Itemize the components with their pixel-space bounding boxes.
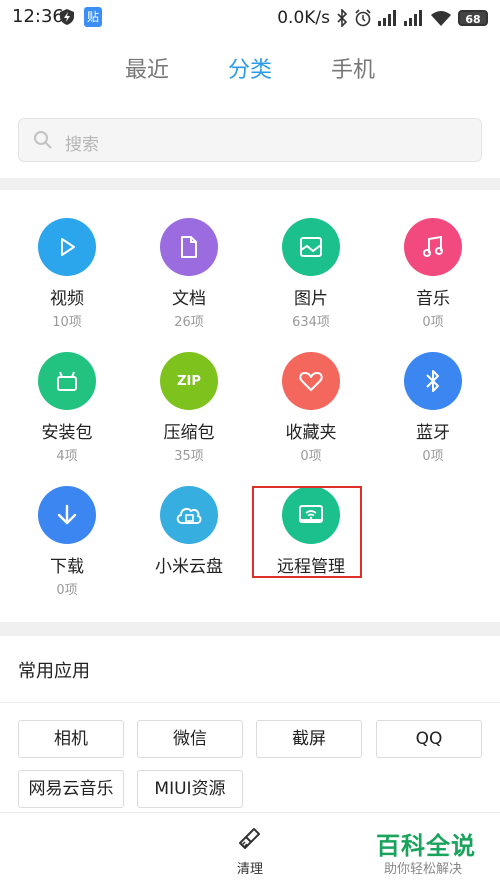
category-name: 小米云盘 <box>155 557 223 577</box>
image-icon <box>282 218 340 276</box>
category-name: 安装包 <box>41 423 93 443</box>
category-music[interactable]: 音乐 0项 <box>373 218 493 330</box>
clean-label: 清理 <box>236 862 263 877</box>
download-icon <box>38 486 96 544</box>
music-icon <box>404 218 462 276</box>
category-count: 4项 <box>56 449 78 464</box>
category-name: 文档 <box>172 289 206 309</box>
tab-bar: 最近 分类 手机 <box>0 52 500 92</box>
category-name: 压缩包 <box>163 423 215 443</box>
common-app-chip[interactable]: 截屏 <box>256 720 362 758</box>
play-icon <box>38 218 96 276</box>
category-count: 35项 <box>174 449 204 464</box>
category-apk[interactable]: 安装包 4项 <box>7 352 127 464</box>
document-icon <box>160 218 218 276</box>
category-count: 0项 <box>300 449 322 464</box>
bluetooth-status-icon <box>337 9 348 27</box>
category-video[interactable]: 视频 10项 <box>7 218 127 330</box>
category-name: 下载 <box>50 557 84 577</box>
bottom-divider-line <box>0 812 500 813</box>
category-name: 收藏夹 <box>285 423 337 443</box>
heart-icon <box>282 352 340 410</box>
watermark-logo: 百科全说 <box>376 832 476 860</box>
battery-indicator: 68 <box>458 10 488 26</box>
shield-icon <box>60 9 74 25</box>
search-icon <box>34 131 52 149</box>
common-app-chip[interactable]: 微信 <box>137 720 243 758</box>
category-count: 26项 <box>174 315 204 330</box>
status-bar: 12:36 贴 0.0K/s 68 <box>0 0 500 36</box>
section-title-common-apps: 常用应用 <box>18 661 90 682</box>
category-bluetooth[interactable]: 蓝牙 0项 <box>373 352 493 464</box>
category-document[interactable]: 文档 26项 <box>129 218 249 330</box>
highlight-box <box>252 486 362 578</box>
category-download[interactable]: 下载 0项 <box>7 486 127 598</box>
search-bar[interactable]: 搜索 <box>18 118 482 162</box>
common-app-chip[interactable]: 网易云音乐 <box>18 770 124 808</box>
notification-app-icon: 贴 <box>84 7 102 27</box>
category-count: 10项 <box>52 315 82 330</box>
category-name: 图片 <box>294 289 328 309</box>
category-count: 0项 <box>422 315 444 330</box>
broom-icon <box>239 828 260 849</box>
signal-icon <box>378 10 396 26</box>
tab-recent[interactable]: 最近 <box>125 52 169 84</box>
alarm-icon <box>355 9 371 27</box>
wifi-icon <box>431 11 451 26</box>
clean-button[interactable]: 清理 <box>228 826 272 877</box>
category-count: 634项 <box>292 315 330 330</box>
common-app-chip[interactable]: QQ <box>376 720 482 758</box>
category-zip[interactable]: ZIP 压缩包 35项 <box>129 352 249 464</box>
category-favorites[interactable]: 收藏夹 0项 <box>251 352 371 464</box>
common-app-chip[interactable]: MIUI资源 <box>137 770 243 808</box>
signal-icon-2 <box>404 10 422 26</box>
net-speed: 0.0K/s <box>277 8 330 28</box>
watermark-subtitle: 助你轻松解决 <box>384 862 463 877</box>
bluetooth-icon <box>404 352 462 410</box>
tab-category[interactable]: 分类 <box>228 52 272 84</box>
category-image[interactable]: 图片 634项 <box>251 218 371 330</box>
android-icon <box>38 352 96 410</box>
zip-icon: ZIP <box>160 352 218 410</box>
common-app-chip[interactable]: 相机 <box>18 720 124 758</box>
section-divider-2 <box>0 622 500 636</box>
category-mi-cloud[interactable]: 小米云盘 <box>129 486 249 577</box>
tab-phone[interactable]: 手机 <box>331 52 375 84</box>
category-count: 0项 <box>56 583 78 598</box>
category-name: 蓝牙 <box>416 423 450 443</box>
cloud-icon <box>160 486 218 544</box>
category-name: 视频 <box>50 289 84 309</box>
search-placeholder: 搜索 <box>65 135 99 155</box>
category-name: 音乐 <box>416 289 450 309</box>
category-count: 0项 <box>422 449 444 464</box>
divider-line <box>0 702 500 703</box>
section-divider <box>0 178 500 190</box>
status-time: 12:36 <box>12 6 64 27</box>
